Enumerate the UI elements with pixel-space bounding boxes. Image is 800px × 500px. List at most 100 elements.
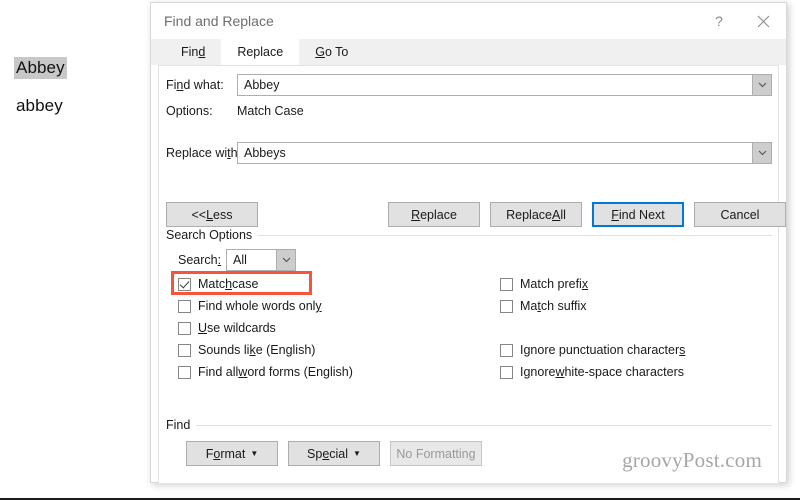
replace-with-label: Replace with: [166,146,241,160]
replace-with-combobox[interactable]: Abbeys [237,142,772,164]
checkbox-match-case[interactable]: Matc h case [178,277,258,291]
format-label-key: o [213,446,221,461]
checkbox-match-prefix-label-pre: Match prefi [520,277,582,291]
replace-with-input[interactable]: Abbeys [238,143,752,163]
checkbox-ignore-punctuation-label-pre: Ignore punctuation character [520,343,680,357]
less-button[interactable]: << Less [166,202,258,227]
checkbox-match-case-label-post: case [232,277,259,291]
search-scope-label-key: : [217,253,222,267]
checkbox-sounds-like-label-pre: Sounds li [198,343,250,357]
format-label-post: rmat [220,446,246,461]
find-next-label-post: ind Next [618,207,665,222]
checkbox-sounds-like[interactable]: Sounds li k e (English) [178,343,315,357]
no-formatting-label: No Formatting [396,446,476,461]
caret-down-icon: ▼ [250,448,259,458]
checkbox-box-icon[interactable] [500,365,513,379]
replace-with-label-pre: Replace wi [166,146,228,160]
checkbox-box-icon[interactable] [178,365,191,379]
help-icon[interactable]: ? [698,3,740,39]
checkbox-ignore-white-space[interactable]: Ignore w hite-space characters [500,365,684,379]
checkbox-box-icon[interactable] [178,321,191,335]
checkbox-use-wildcards[interactable]: Use wildcards [178,321,276,335]
search-options-group-label: Search Options [166,228,259,242]
document-plain-word: abbey [16,96,63,115]
dialog-tabstrip: Fin d Replace Go To [151,39,786,65]
replace-all-button[interactable]: Replace All [490,202,582,227]
find-what-input[interactable]: Abbey [238,75,752,95]
find-next-button[interactable]: Find Next [592,202,684,227]
less-label-pre: << [191,207,207,222]
checkbox-match-case-label-pre: Matc [198,277,226,291]
cancel-button[interactable]: Cancel [694,202,786,227]
checkbox-ignore-white-space-label-pre: Ignore [520,365,556,379]
checkbox-sounds-like-label-post: e (English) [255,343,316,357]
replace-label-post: eplace [420,207,457,222]
tab-go-to[interactable]: Go To [299,39,365,65]
checkbox-match-case-label-key: h [225,277,233,291]
find-what-combobox[interactable]: Abbey [237,74,772,96]
search-scope-value[interactable]: All [227,250,276,270]
find-what-label-pre: Fi [166,78,177,92]
find-and-replace-dialog: Find and Replace ? Fin d Replace Go To F… [150,2,787,484]
checkbox-match-suffix[interactable]: Ma t ch suffix [500,299,586,313]
replace-button[interactable]: Replace [388,202,480,227]
checkbox-use-wildcards-label-key: U [198,321,208,335]
checkbox-ignore-white-space-label-key: w [555,365,565,379]
options-label: Options: [166,104,213,118]
less-label-post: ess [213,207,233,222]
watermark: groovyPost.com [622,448,762,472]
less-label-key: L [206,207,214,222]
screenshot-root: Abbey abbey Find and Replace ? Fin d Repl… [0,0,800,500]
checkbox-use-wildcards-label-post: se wildcards [207,321,276,335]
replace-all-label-key: A [551,207,561,222]
checkbox-find-all-word-forms-label-post: ord forms (English) [247,365,353,379]
chevron-down-icon[interactable] [276,250,295,270]
checkbox-match-suffix-label-post: ch suffix [540,299,587,313]
dialog-title: Find and Replace [164,13,274,29]
no-formatting-button: No Formatting [390,441,482,466]
find-next-label-key: F [611,207,619,222]
special-label-key: e [322,446,330,461]
document-selected-word: Abbey [14,57,67,79]
cancel-label: Cancel [720,207,760,222]
special-label-post: cial [329,446,349,461]
dialog-body-panel: Find what: Abbey Options: Match Case Rep… [158,65,786,484]
checkbox-box-icon[interactable] [178,299,191,313]
checkbox-match-prefix[interactable]: Match prefi x [500,277,588,291]
close-icon[interactable] [742,3,784,39]
checkbox-box-icon[interactable] [500,343,513,357]
checkbox-find-whole-words-only[interactable]: Find whole words onl y [178,299,322,313]
format-label-pre: F [205,446,214,461]
search-scope-label-pre: Search [178,253,218,267]
checkbox-find-all-word-forms-label-pre: Find all [198,365,239,379]
replace-label-key: R [411,207,421,222]
replace-all-label-post: ll [560,207,566,222]
format-button[interactable]: Fo rmat ▼ [186,441,278,466]
checkbox-box-icon[interactable] [500,277,513,291]
caret-down-icon: ▼ [353,448,361,458]
chevron-down-icon[interactable] [752,75,771,95]
replace-all-label-pre: Replace [506,207,552,222]
checkbox-box-icon[interactable] [178,343,191,357]
dialog-titlebar[interactable]: Find and Replace ? [151,3,786,39]
checkbox-find-all-word-forms-label-key: w [238,365,248,379]
find-what-label-post: d what: [183,78,224,92]
find-what-label: Find what: [166,78,224,92]
tab-replace[interactable]: Replace [221,39,300,65]
checkbox-ignore-punctuation[interactable]: Ignore punctuation character s [500,343,685,357]
special-button[interactable]: Sp e cial ▼ [288,441,380,466]
checkbox-box-icon[interactable] [500,299,513,313]
tab-find-label: Fin [181,45,199,59]
tab-go-to-label: o To [324,45,349,59]
checkbox-match-suffix-label-pre: Ma [520,299,538,313]
chevron-down-icon[interactable] [752,143,771,163]
checkbox-find-all-word-forms[interactable]: Find all w ord forms (English) [178,365,353,379]
checkbox-match-prefix-label-key: x [581,277,589,291]
options-value: Match Case [237,104,304,118]
search-scope-label: Search: [178,253,221,267]
checkbox-box-checked-icon[interactable] [178,277,191,291]
tab-replace-label: Replace [237,45,284,59]
search-scope-combobox[interactable]: All [226,249,296,271]
tab-find[interactable]: Fin d [165,39,222,65]
checkbox-find-whole-words-label-key: y [315,299,322,313]
